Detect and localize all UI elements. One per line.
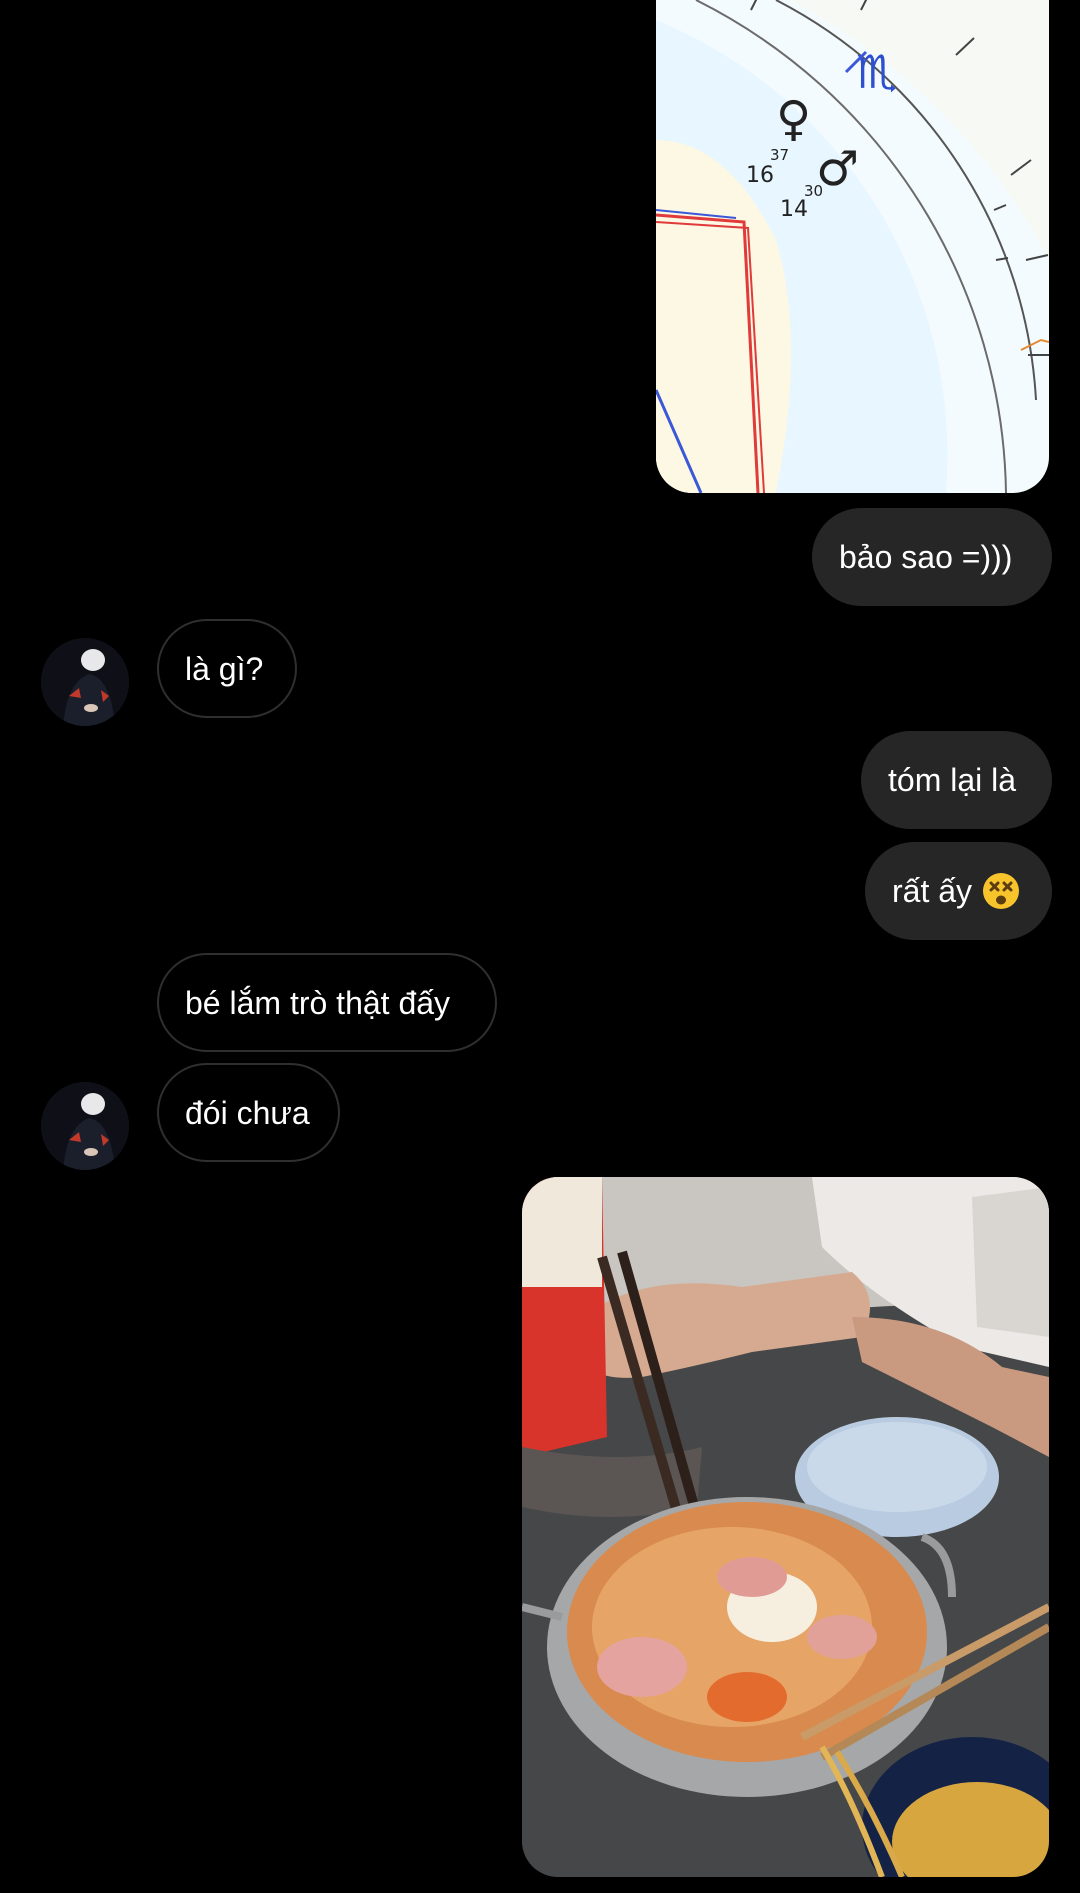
message-text: tóm lại là xyxy=(888,762,1017,798)
astrology-chart-image: ♏ ♀ ♂ 16 37 14 30 xyxy=(656,0,1049,493)
ramen-image xyxy=(522,1177,1049,1877)
dizzy-face-emoji-icon xyxy=(983,873,1020,909)
outgoing-message-bubble[interactable]: bảo sao =))) xyxy=(812,508,1052,606)
contact-avatar[interactable] xyxy=(41,638,129,726)
message-text: bé lắm trò thật đấy xyxy=(185,984,451,1021)
message-text: bảo sao =))) xyxy=(839,539,1013,575)
message-text: là gì? xyxy=(185,650,264,687)
astrology-chart-photo[interactable]: ♏ ♀ ♂ 16 37 14 30 xyxy=(656,0,1049,493)
minute-label-b: 30 xyxy=(804,182,823,200)
venus-glyph: ♀ xyxy=(776,91,811,147)
incoming-message-bubble[interactable]: đói chưa xyxy=(157,1063,340,1162)
ramen-pot-photo[interactable] xyxy=(522,1177,1049,1877)
avatar-image xyxy=(41,638,129,726)
scorpio-glyph: ♏ xyxy=(856,45,897,99)
incoming-message-bubble[interactable]: bé lắm trò thật đấy xyxy=(157,953,497,1052)
outgoing-message-bubble[interactable]: rất ấy xyxy=(865,842,1052,940)
contact-avatar[interactable] xyxy=(41,1082,129,1170)
message-text: đói chưa xyxy=(185,1094,310,1131)
avatar-image xyxy=(41,1082,129,1170)
chat-screen: ♏ ♀ ♂ 16 37 14 30 bảo sao =))) là gì? tó… xyxy=(0,0,1080,1893)
degree-label-b: 14 xyxy=(780,197,808,222)
message-text: rất ấy xyxy=(892,873,973,909)
outgoing-message-bubble[interactable]: tóm lại là xyxy=(861,731,1052,829)
minute-label-a: 37 xyxy=(770,146,789,164)
incoming-message-bubble[interactable]: là gì? xyxy=(157,619,297,718)
degree-label-a: 16 xyxy=(746,163,774,188)
